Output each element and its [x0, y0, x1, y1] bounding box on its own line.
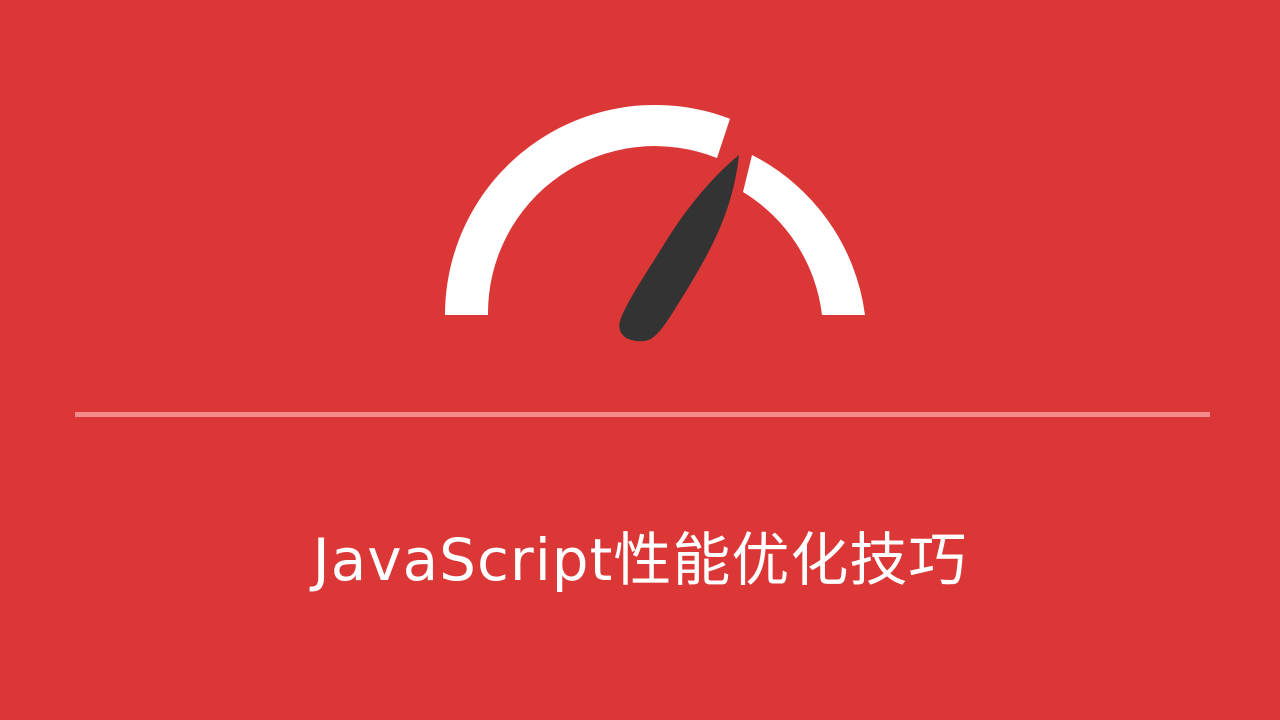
slide-title: JavaScript性能优化技巧 — [312, 526, 968, 594]
gauge-arc-right — [743, 155, 865, 315]
horizontal-divider — [75, 412, 1210, 417]
slide-background: JavaScript性能优化技巧 — [0, 0, 1280, 720]
speedometer-gauge-icon — [445, 104, 865, 342]
gauge-needle — [619, 155, 739, 342]
